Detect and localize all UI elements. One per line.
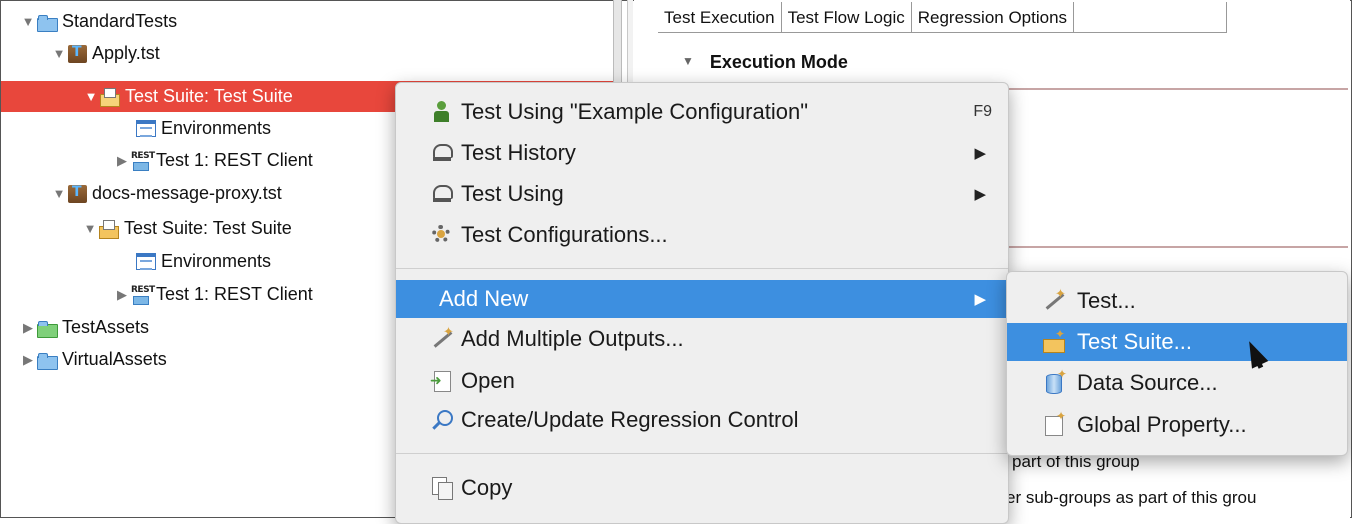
tree-node-docs-message-proxy[interactable]: ▼ docs-message-proxy.tst	[52, 178, 282, 209]
rest-client-icon: REST	[131, 285, 155, 305]
new-test-suite-icon	[1043, 327, 1067, 353]
tree-node-label: Test Suite: Test Suite	[125, 86, 293, 106]
expand-toggle-icon[interactable]: ▶	[21, 320, 35, 336]
tree-node-standardtests[interactable]: ▼ StandardTests	[21, 6, 177, 37]
section-divider	[994, 246, 1348, 248]
menu-item-label: Test History	[461, 140, 576, 165]
tree-node-label: StandardTests	[62, 11, 178, 31]
menu-item-label: Open	[461, 368, 515, 393]
add-outputs-icon	[431, 324, 454, 350]
menu-item-add-new[interactable]: Add New ▶	[396, 280, 1008, 318]
option-label-partial: er sub-groups as part of this grou	[1006, 488, 1257, 507]
context-menu: Test Using "Example Configuration" F9 Te…	[395, 82, 1009, 524]
tab-test-execution[interactable]: Test Execution	[658, 2, 782, 32]
new-test-icon	[1043, 286, 1067, 312]
submenu-arrow-icon: ▶	[974, 291, 986, 308]
menu-item-test-using-example-configuration[interactable]: Test Using "Example Configuration" F9	[396, 93, 1008, 131]
add-new-submenu: Test... Test Suite... Data Source... Glo…	[1006, 271, 1348, 456]
run-test-icon	[431, 101, 453, 123]
environments-icon	[136, 120, 156, 137]
tst-file-icon	[68, 44, 87, 63]
tree-node-rest-client[interactable]: ▶ REST Test 1: REST Client	[115, 145, 313, 176]
expand-toggle-icon[interactable]: ▼	[84, 89, 98, 104]
menu-item-test-using[interactable]: Test Using ▶	[396, 175, 1008, 213]
folder-icon	[37, 319, 58, 338]
expand-toggle-icon[interactable]: ▼	[52, 46, 66, 61]
expand-toggle-icon[interactable]: ▼	[21, 14, 35, 29]
environments-icon	[136, 253, 156, 270]
menu-item-label: Copy	[461, 475, 513, 500]
tree-node-label: Test Suite: Test Suite	[124, 218, 292, 238]
test-history-icon	[431, 142, 453, 164]
menu-item-label: Test Suite...	[1077, 329, 1192, 354]
tree-node-virtualassets[interactable]: ▶ VirtualAssets	[21, 344, 167, 375]
expand-toggle-icon[interactable]: ▼	[52, 186, 66, 201]
tst-file-icon	[68, 184, 87, 203]
menu-item-test-configurations[interactable]: Test Configurations...	[396, 216, 1008, 254]
menu-item-open[interactable]: Open	[396, 362, 1008, 400]
test-using-icon	[431, 183, 453, 205]
expand-toggle-icon[interactable]: ▼	[83, 221, 97, 236]
submenu-arrow-icon: ▶	[974, 145, 986, 162]
menu-item-label: Data Source...	[1077, 370, 1218, 395]
folder-icon	[37, 13, 58, 32]
menu-item-test-history[interactable]: Test History ▶	[396, 134, 1008, 172]
submenu-item-test-suite[interactable]: Test Suite...	[1007, 323, 1347, 361]
submenu-item-global-property[interactable]: Global Property...	[1007, 406, 1347, 444]
menu-accelerator: F9	[973, 103, 992, 120]
menu-item-label: Add Multiple Outputs...	[461, 326, 684, 351]
tree-node-testassets[interactable]: ▶ TestAssets	[21, 312, 149, 343]
tab-regression-options[interactable]: Regression Options	[912, 2, 1075, 32]
menu-separator	[396, 268, 1008, 269]
copy-icon	[431, 477, 453, 500]
tree-node-label: Environments	[161, 118, 272, 138]
editor-tabs: Test Execution Test Flow Logic Regressio…	[658, 2, 1228, 33]
menu-item-label: Create/Update Regression Control	[461, 407, 799, 432]
tree-node-apply-tst[interactable]: ▼ Apply.tst	[52, 38, 160, 69]
tree-node-environments[interactable]: Environments	[136, 246, 271, 277]
expand-toggle-icon[interactable]: ▶	[115, 287, 129, 303]
tree-node-label: Environments	[161, 251, 272, 271]
execution-mode-section[interactable]: ▼ Execution Mode	[682, 52, 848, 73]
menu-item-label: Test...	[1077, 288, 1136, 313]
tree-node-test-suite[interactable]: ▼ Test Suite: Test Suite	[83, 213, 292, 244]
tree-node-environments[interactable]: Environments	[136, 113, 271, 144]
folder-icon	[37, 351, 58, 370]
submenu-arrow-icon: ▶	[974, 186, 986, 203]
menu-separator	[396, 453, 1008, 454]
tree-node-label: Apply.tst	[92, 43, 160, 63]
configurations-icon	[431, 224, 453, 246]
menu-item-copy[interactable]: Copy	[396, 469, 1008, 507]
menu-item-create-update-regression-control[interactable]: Create/Update Regression Control	[396, 401, 1008, 439]
open-icon	[430, 370, 453, 392]
tree-node-label: Test 1: REST Client	[156, 150, 313, 170]
tree-node-label: Test 1: REST Client	[156, 284, 313, 304]
expand-toggle-icon[interactable]: ▶	[115, 153, 129, 169]
submenu-item-test[interactable]: Test...	[1007, 282, 1347, 320]
collapse-toggle-icon[interactable]: ▼	[682, 54, 694, 68]
section-divider	[994, 88, 1348, 90]
menu-item-label: Add New	[439, 286, 529, 311]
section-title: Execution Mode	[709, 52, 848, 72]
menu-item-label: Test Configurations...	[461, 222, 668, 247]
expand-toggle-icon[interactable]: ▶	[21, 352, 35, 368]
tree-node-label: VirtualAssets	[62, 349, 167, 369]
tab-strip-empty	[1074, 2, 1228, 32]
tree-node-label: TestAssets	[62, 317, 150, 337]
tab-test-flow-logic[interactable]: Test Flow Logic	[782, 2, 912, 32]
test-suite-icon	[99, 219, 119, 239]
menu-item-label: Test Using	[461, 181, 564, 206]
tree-node-label: docs-message-proxy.tst	[92, 183, 282, 203]
menu-item-label: Global Property...	[1077, 412, 1247, 437]
new-global-property-icon	[1043, 409, 1067, 436]
tree-node-rest-client[interactable]: ▶ REST Test 1: REST Client	[115, 279, 313, 310]
menu-item-label: Test Using "Example Configuration"	[461, 99, 809, 124]
rest-client-icon: REST	[131, 151, 155, 171]
submenu-item-data-source[interactable]: Data Source...	[1007, 364, 1347, 402]
test-suite-icon	[100, 87, 120, 107]
menu-item-add-multiple-outputs[interactable]: Add Multiple Outputs...	[396, 320, 1008, 358]
regression-control-icon	[431, 409, 453, 431]
new-data-source-icon	[1043, 367, 1067, 394]
